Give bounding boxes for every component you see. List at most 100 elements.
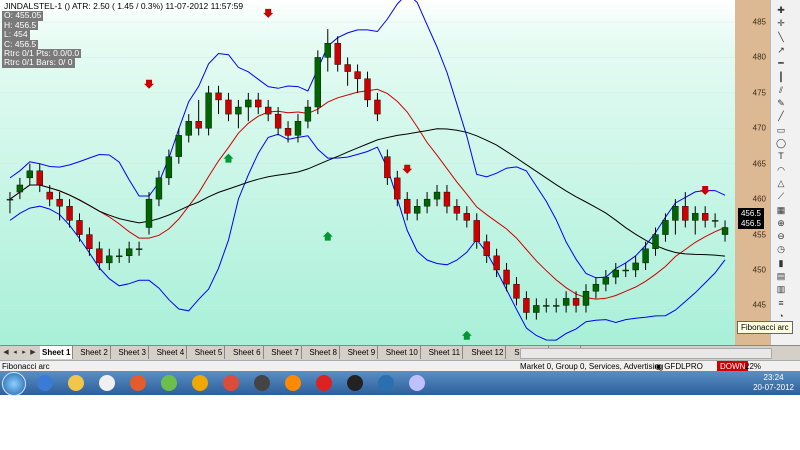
fan-icon[interactable]: ⟋: [774, 190, 788, 202]
sheet-tab[interactable]: Sheet 1: [40, 346, 74, 359]
buy-arrow-icon: [322, 231, 333, 241]
messenger-icon[interactable]: [156, 373, 182, 393]
paint-icon-glyph: [409, 375, 425, 391]
candle: [533, 298, 540, 320]
crosshair-icon[interactable]: ✛: [774, 17, 788, 29]
cross-icon[interactable]: ✚: [774, 4, 788, 16]
ray-icon[interactable]: ↗: [774, 44, 788, 56]
text-icon[interactable]: T: [774, 150, 788, 162]
price-axis[interactable]: 485 480 475 470 465 460 455 450 445: [735, 0, 770, 345]
pen-icon[interactable]: ✎: [774, 97, 788, 109]
candle: [304, 99, 312, 129]
candle: [682, 192, 689, 228]
fib-icon[interactable]: ≡: [774, 297, 788, 309]
price-tick-label: 460: [752, 194, 766, 204]
sheet-tab[interactable]: Sheet 4: [155, 346, 188, 359]
candle: [602, 270, 610, 292]
sheet-tab[interactable]: Sheet 3: [116, 346, 149, 359]
monitor-icon-glyph: [378, 375, 394, 391]
candle: [165, 149, 173, 185]
last-sheet-icon[interactable]: ▶: [29, 347, 37, 358]
ellipse-icon[interactable]: ◯: [774, 137, 788, 149]
v-line-icon[interactable]: ┃: [774, 71, 788, 83]
arc-icon[interactable]: ◠: [774, 164, 788, 176]
candle: [473, 213, 480, 249]
clock-icon[interactable]: ◷: [774, 243, 788, 255]
next-sheet-icon[interactable]: ▸: [20, 347, 28, 358]
candle: [16, 177, 24, 200]
media-player-icon[interactable]: [125, 373, 151, 393]
first-sheet-icon[interactable]: ◀: [2, 347, 10, 358]
prev-sheet-icon[interactable]: ◂: [11, 347, 19, 358]
taskbar: 23:24 20-07-2012: [0, 371, 800, 396]
bug-icon[interactable]: [342, 373, 368, 393]
sell-arrow-icon: [144, 79, 155, 89]
h-line-icon[interactable]: ━: [774, 57, 788, 69]
candle: [96, 241, 103, 270]
table-icon[interactable]: ▥: [774, 283, 788, 295]
triangle-icon[interactable]: △: [774, 177, 788, 189]
sheet-tab[interactable]: Sheet 7: [269, 346, 302, 359]
sheet-tab[interactable]: Sheet 11: [427, 346, 464, 359]
last-price-tag-2: 456.5: [738, 218, 764, 229]
clock-date: 20-07-2012: [753, 383, 794, 392]
paint-icon[interactable]: [404, 373, 430, 393]
candle: [692, 206, 699, 235]
zoom-out-icon[interactable]: ⊖: [774, 230, 788, 242]
sheet-tab[interactable]: Sheet 6: [231, 346, 264, 359]
sheet-tab[interactable]: Sheet 10: [384, 346, 421, 359]
rect-icon[interactable]: ▭: [774, 124, 788, 136]
candle: [404, 192, 411, 221]
candle: [185, 114, 192, 143]
bar-icon[interactable]: ▮: [774, 257, 788, 269]
sheet-tab[interactable]: Sheet 12: [469, 346, 507, 359]
candle: [26, 163, 34, 185]
chrome-icon-glyph: [223, 375, 239, 391]
lower-band-line: [9, 133, 726, 341]
explorer-icon[interactable]: [63, 373, 89, 393]
ie-icon[interactable]: [32, 373, 58, 393]
candle: [384, 149, 391, 185]
sheet-tab-bar: ◀ ◂ ▸ ▶ Sheet 1 Sheet 2 Sheet 3 Sheet 4 Shee…: [0, 345, 800, 360]
candle: [344, 57, 351, 86]
sheet-tab[interactable]: Sheet 9: [346, 346, 379, 359]
camera-icon[interactable]: [94, 373, 120, 393]
candle: [701, 206, 709, 228]
candle: [632, 255, 639, 278]
clapper-icon[interactable]: [249, 373, 275, 393]
chrome-icon[interactable]: [218, 373, 244, 393]
candle: [135, 241, 143, 256]
candle: [205, 85, 212, 136]
candle: [76, 213, 83, 242]
price-tick-label: 485: [752, 17, 766, 27]
amibroker-icon[interactable]: [280, 373, 306, 393]
chart-area[interactable]: JINDALSTEL-1 () ATR: 2.50 ( 1.45 / 0.3%)…: [0, 0, 735, 345]
sheet-tab[interactable]: Sheet 8: [307, 346, 340, 359]
candle: [215, 85, 222, 115]
grid-icon[interactable]: ▦: [774, 204, 788, 216]
horizontal-scrollbar[interactable]: [520, 348, 772, 359]
candle: [413, 199, 421, 221]
candle: [265, 99, 272, 122]
monitor-icon[interactable]: [373, 373, 399, 393]
system-clock[interactable]: 23:24 20-07-2012: [753, 373, 794, 393]
zoom-in-icon[interactable]: ⊕: [774, 217, 788, 229]
channel-icon[interactable]: ⫽: [774, 84, 788, 96]
trend-icon[interactable]: ╱: [774, 110, 788, 122]
candle: [612, 262, 619, 285]
candle: [672, 199, 679, 235]
chat-icon[interactable]: [187, 373, 213, 393]
candle: [553, 298, 560, 313]
sheet-tab[interactable]: Sheet 2: [78, 346, 111, 359]
calc-icon[interactable]: ▤: [774, 270, 788, 282]
start-button[interactable]: [2, 372, 26, 396]
candle: [493, 248, 500, 278]
price-tick-label: 470: [752, 123, 766, 133]
candle: [354, 64, 361, 93]
line-icon[interactable]: ╲: [774, 31, 788, 43]
fire-icon[interactable]: [311, 373, 337, 393]
sheet-tab[interactable]: Sheet 5: [193, 346, 226, 359]
price-tick-label: 445: [752, 300, 766, 310]
candle: [106, 248, 113, 270]
price-tick-label: 450: [752, 265, 766, 275]
